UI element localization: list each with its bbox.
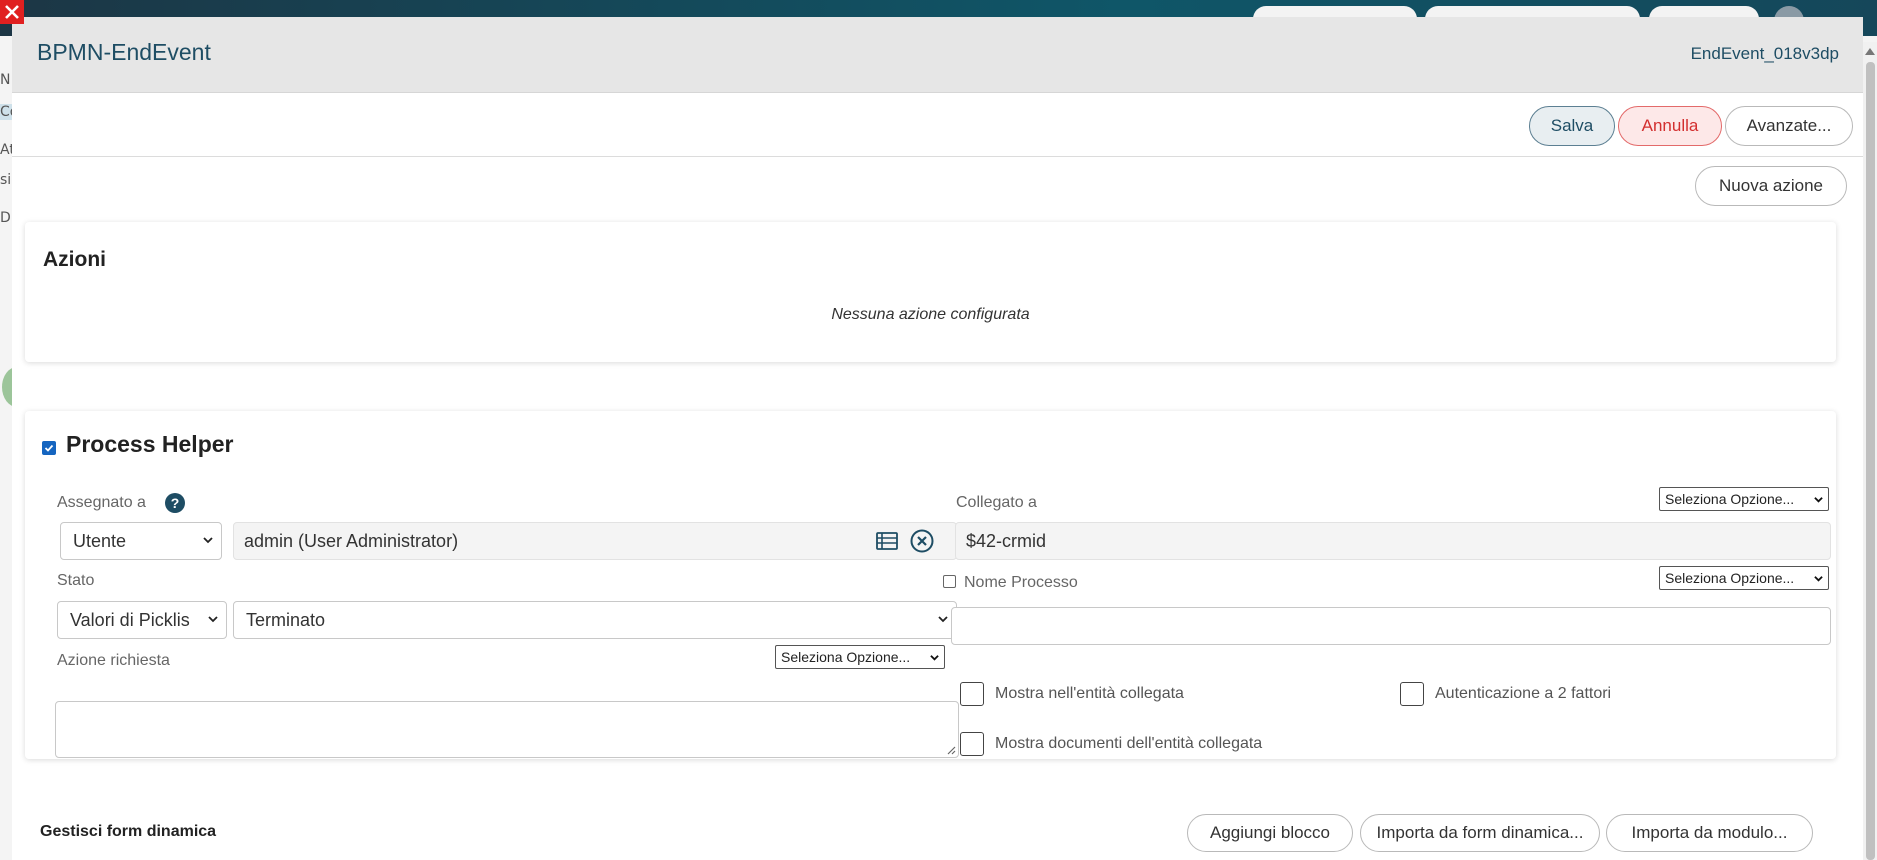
assignee-type-value: Utente xyxy=(73,530,127,551)
show-in-linked-entity-label: Mostra nell'entità collegata xyxy=(995,685,1184,702)
new-action-button[interactable]: Nuova azione xyxy=(1695,166,1847,206)
process-helper-checkbox[interactable] xyxy=(42,441,56,455)
assignee-type-select[interactable]: Utente xyxy=(60,522,222,560)
actions-card: Azioni Nessuna azione configurata xyxy=(25,222,1836,362)
status-source-value: Valori di Picklis xyxy=(70,609,190,630)
linked-to-field[interactable]: $42-crmid xyxy=(955,522,1831,560)
advanced-button[interactable]: Avanzate... xyxy=(1725,106,1853,146)
actions-title: Azioni xyxy=(43,248,106,271)
process-name-label: Nome Processo xyxy=(964,574,1078,591)
scrollbar-thumb[interactable] xyxy=(1866,62,1875,860)
chevron-down-icon xyxy=(208,616,218,623)
add-block-button[interactable]: Aggiungi blocco xyxy=(1187,814,1353,852)
two-factor-auth-label: Autenticazione a 2 fattori xyxy=(1435,685,1612,702)
assigned-to-label: Assegnato a xyxy=(57,494,146,511)
cancel-button[interactable]: Annulla xyxy=(1618,106,1722,146)
chevron-down-icon xyxy=(930,655,939,661)
check-icon xyxy=(44,444,54,452)
import-from-dynamic-form-button[interactable]: Importa da form dinamica... xyxy=(1360,814,1600,852)
modal-title: BPMN-EndEvent xyxy=(37,39,211,65)
assignee-user-value: admin (User Administrator) xyxy=(244,530,459,551)
linked-to-value: $42-crmid xyxy=(966,530,1047,551)
chevron-down-icon xyxy=(1814,497,1823,503)
show-linked-entity-docs-checkbox[interactable] xyxy=(960,732,984,756)
linked-to-option-select[interactable]: Seleziona Opzione... xyxy=(1659,487,1829,511)
required-action-option-text: Seleziona Opzione... xyxy=(781,649,911,665)
toolbar-divider xyxy=(12,156,1863,157)
linked-to-option-text: Seleziona Opzione... xyxy=(1665,491,1795,507)
resize-handle-icon[interactable] xyxy=(946,745,956,755)
two-factor-auth-checkbox[interactable] xyxy=(1400,682,1424,706)
required-action-label: Azione richiesta xyxy=(57,652,170,669)
clear-icon[interactable] xyxy=(910,529,934,553)
linked-to-label: Collegato a xyxy=(956,494,1037,511)
bpmn-modal: BPMN-EndEvent EndEvent_018v3dp Salva Ann… xyxy=(12,17,1863,860)
process-name-checkbox[interactable] xyxy=(943,575,956,588)
status-value-select[interactable]: Terminato xyxy=(233,601,957,639)
chevron-down-icon xyxy=(938,616,948,623)
process-name-option-select[interactable]: Seleziona Opzione... xyxy=(1659,566,1829,590)
process-helper-title: Process Helper xyxy=(66,431,234,457)
close-icon[interactable] xyxy=(0,0,24,24)
scroll-up-icon[interactable] xyxy=(1865,48,1875,55)
element-id: EndEvent_018v3dp xyxy=(1690,44,1839,63)
chevron-down-icon xyxy=(203,537,213,544)
save-button[interactable]: Salva xyxy=(1529,106,1615,146)
status-label: Stato xyxy=(57,572,95,589)
actions-empty-message: Nessuna azione configurata xyxy=(831,306,1030,323)
modal-header: BPMN-EndEvent EndEvent_018v3dp xyxy=(12,17,1863,93)
list-icon[interactable] xyxy=(876,532,898,550)
status-value: Terminato xyxy=(246,609,326,630)
show-linked-entity-docs-label: Mostra documenti dell'entità collegata xyxy=(995,735,1263,752)
background-text: si xyxy=(0,172,12,188)
required-action-textarea[interactable] xyxy=(55,701,959,758)
show-in-linked-entity-checkbox[interactable] xyxy=(960,682,984,706)
help-icon[interactable]: ? xyxy=(165,493,185,513)
import-from-module-button[interactable]: Importa da modulo... xyxy=(1606,814,1813,852)
dynamic-form-title: Gestisci form dinamica xyxy=(40,823,217,840)
process-name-field[interactable] xyxy=(951,607,1831,645)
chevron-down-icon xyxy=(1814,576,1823,582)
process-name-option-text: Seleziona Opzione... xyxy=(1665,570,1795,586)
required-action-option-select[interactable]: Seleziona Opzione... xyxy=(775,645,945,669)
assignee-user-field[interactable]: admin (User Administrator) xyxy=(233,522,957,560)
background-text: N xyxy=(0,72,11,88)
process-helper-card: Process Helper Assegnato a ? Utente admi… xyxy=(25,411,1836,759)
status-source-select[interactable]: Valori di Picklis xyxy=(57,601,227,639)
